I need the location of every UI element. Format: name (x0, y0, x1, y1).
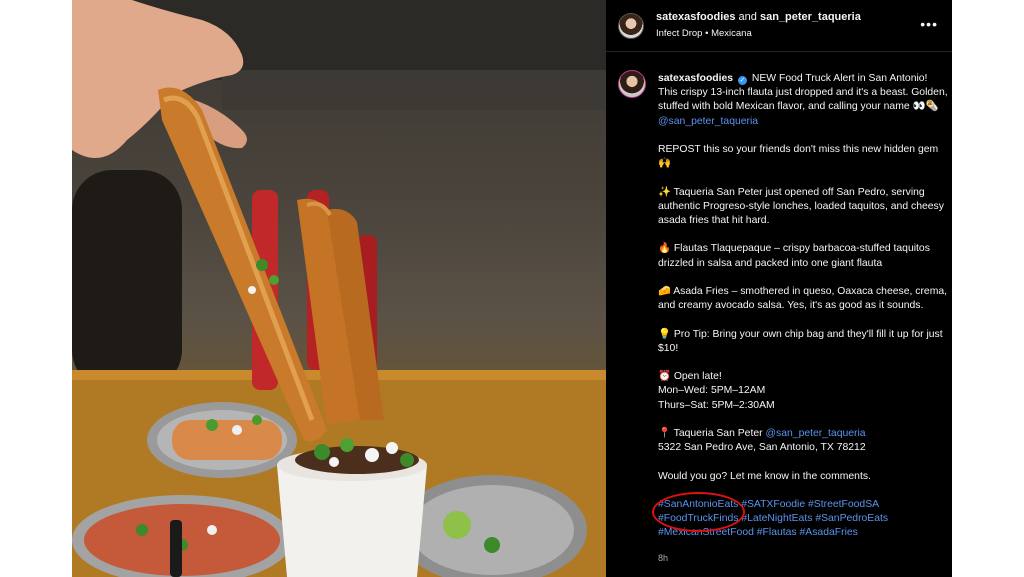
post-photo[interactable] (72, 0, 606, 577)
header-user2-link[interactable]: san_peter_taqueria (760, 11, 861, 23)
header-and-text: and (738, 11, 757, 23)
header-usernames: satexasfoodies and san_peter_taqueria (656, 11, 861, 23)
post-panel: satexasfoodies and san_peter_taqueria In… (606, 0, 952, 577)
caption-location: 📍 Taqueria San Peter @san_peter_taqueria… (658, 427, 948, 455)
hashtag-list: #SanAntonioEats #SATXFoodie #StreetFoodS… (658, 498, 948, 541)
caption-username-link[interactable]: satexasfoodies (658, 73, 733, 84)
header-user1-link[interactable]: satexasfoodies (656, 11, 735, 23)
caption-hours: ⏰ Open late! Mon–Wed: 5PM–12AM Thurs–Sat… (658, 370, 948, 413)
caption-avatar[interactable] (618, 70, 646, 98)
header-audio-location[interactable]: Infect Drop • Mexicana (656, 28, 752, 39)
hours-line-2: Thurs–Sat: 5PM–2:30AM (658, 399, 775, 411)
food-photo-illustration (72, 0, 606, 577)
hashtag-link[interactable]: #AsadaFries (800, 527, 858, 538)
caption-paragraph-flautas: 🔥 Flautas Tlaquepaque – crispy barbacoa-… (658, 243, 930, 269)
mention-link[interactable]: @san_peter_taqueria (658, 116, 758, 127)
hashtag-link[interactable]: #SATXFoodie (741, 499, 805, 510)
post-header: satexasfoodies and san_peter_taqueria In… (606, 0, 952, 52)
author-avatar[interactable] (618, 13, 644, 39)
caption-paragraph-pro-tip: 💡 Pro Tip: Bring your own chip bag and t… (658, 328, 943, 354)
caption-paragraph-asada-fries: 🧀 Asada Fries – smothered in queso, Oaxa… (658, 285, 948, 312)
caption-repost: REPOST this so your friends don't miss t… (658, 144, 939, 170)
hashtag-link[interactable]: #SanPedroEats (815, 513, 888, 524)
location-mention-link[interactable]: @san_peter_taqueria (765, 428, 865, 439)
hashtag-link[interactable]: #MexicanStreetFood (658, 527, 754, 538)
caption-paragraph-opening: ✨ Taqueria San Peter just opened off San… (658, 186, 944, 226)
caption-cta: Would you go? Let me know in the comment… (658, 470, 871, 482)
hashtag-link[interactable]: #FoodTruckFinds (658, 513, 738, 524)
caption: satexasfoodies ✓ NEW Food Truck Alert in… (658, 72, 948, 555)
hashtag-link[interactable]: #LateNightEats (741, 513, 812, 524)
location-address: 5322 San Pedro Ave, San Antonio, TX 7821… (658, 442, 866, 454)
more-options-icon[interactable]: ••• (920, 16, 938, 32)
post-timestamp[interactable]: 8h (658, 553, 668, 563)
hours-line-1: Mon–Wed: 5PM–12AM (658, 385, 766, 397)
verified-badge-icon: ✓ (737, 76, 747, 85)
hours-title: ⏰ Open late! (658, 371, 722, 383)
hashtag-link[interactable]: #Flautas (757, 527, 797, 538)
hashtag-link[interactable]: #SanAntonioEats (658, 499, 738, 510)
location-label: 📍 Taqueria San Peter (658, 427, 763, 439)
hashtag-link[interactable]: #StreetFoodSA (808, 499, 879, 510)
caption-intro: satexasfoodies ✓ NEW Food Truck Alert in… (658, 72, 948, 129)
